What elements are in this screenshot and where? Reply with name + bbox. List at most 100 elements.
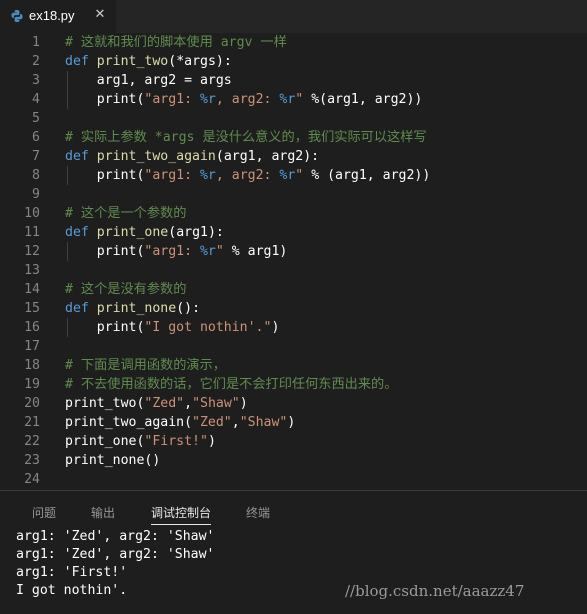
code-text: print("I got nothin'.") bbox=[65, 318, 280, 337]
line-number: 14 bbox=[24, 282, 40, 297]
console-output-line: arg1: 'Zed', arg2: 'Shaw' bbox=[16, 529, 215, 544]
code-token: ) bbox=[287, 415, 296, 430]
line-number: 11 bbox=[24, 225, 40, 240]
panel-tab-debug-console[interactable]: 调试控制台 bbox=[151, 504, 212, 525]
line-number: 19 bbox=[24, 377, 40, 392]
code-line[interactable]: 16 print("I got nothin'.") bbox=[0, 318, 587, 337]
code-token: print_two bbox=[96, 54, 169, 69]
code-text: def print_one(arg1): bbox=[65, 223, 224, 242]
tab-filename: ex18.py bbox=[29, 8, 75, 23]
code-token: , bbox=[184, 396, 193, 411]
code-line[interactable]: 21 print_two_again("Zed","Shaw") bbox=[0, 413, 587, 432]
code-token: def bbox=[65, 301, 89, 316]
code-line[interactable]: 13 bbox=[0, 261, 587, 280]
code-token: (*args): bbox=[168, 54, 232, 69]
code-line[interactable]: 14 # 这个是没有参数的 bbox=[0, 280, 587, 299]
code-token: "Shaw" bbox=[192, 396, 240, 411]
code-token: ) bbox=[239, 396, 248, 411]
line-number: 7 bbox=[32, 149, 40, 164]
code-editor[interactable]: 1 # 这就和我们的脚本使用 argv 一样 2 def print_two(*arg… bbox=[0, 33, 587, 490]
code-line[interactable]: 18 # 下面是调用函数的演示， bbox=[0, 356, 587, 375]
code-token: print( bbox=[65, 168, 145, 183]
line-number: 2 bbox=[32, 54, 40, 69]
line-number: 16 bbox=[24, 320, 40, 335]
close-icon[interactable]: ✕ bbox=[92, 7, 108, 23]
code-token: arg1, arg2 = args bbox=[65, 73, 232, 88]
line-number: 22 bbox=[24, 434, 40, 449]
panel-tab-problems[interactable]: 问题 bbox=[32, 504, 56, 524]
code-token: "arg1: bbox=[144, 92, 200, 107]
code-line[interactable]: 10 # 这个是一个参数的 bbox=[0, 204, 587, 223]
code-text: def print_two_again(arg1, arg2): bbox=[65, 147, 319, 166]
code-line[interactable]: 20 print_two("Zed","Shaw") bbox=[0, 394, 587, 413]
code-line[interactable]: 22 print_one("First!") bbox=[0, 432, 587, 451]
code-token: "arg1: bbox=[144, 244, 200, 259]
code-text: print("arg1: %r, arg2: %r" % (arg1, arg2… bbox=[65, 166, 431, 185]
console-output-line: arg1: 'Zed', arg2: 'Shaw' bbox=[16, 547, 215, 562]
code-line[interactable]: 3 arg1, arg2 = args bbox=[0, 71, 587, 90]
code-token: % arg1) bbox=[223, 244, 288, 259]
code-line[interactable]: 24 bbox=[0, 470, 587, 489]
line-number: 3 bbox=[32, 73, 40, 88]
line-number: 9 bbox=[32, 187, 40, 202]
console-output-line: arg1: 'First!' bbox=[16, 565, 128, 580]
panel-tab-terminal[interactable]: 终端 bbox=[246, 504, 270, 524]
line-number: 17 bbox=[24, 339, 40, 354]
code-token: %r bbox=[279, 92, 296, 107]
editor-tab-ex18[interactable]: ex18.py ✕ bbox=[0, 0, 116, 33]
code-token: def bbox=[65, 54, 89, 69]
code-line[interactable]: 7 def print_two_again(arg1, arg2): bbox=[0, 147, 587, 166]
code-line[interactable]: 9 bbox=[0, 185, 587, 204]
code-token: "Shaw" bbox=[239, 415, 288, 430]
code-line[interactable]: 2 def print_two(*args): bbox=[0, 52, 587, 71]
code-line[interactable]: 1 # 这就和我们的脚本使用 argv 一样 bbox=[0, 33, 587, 52]
watermark: //blog.csdn.net/aaazz47 bbox=[345, 582, 525, 600]
line-number: 15 bbox=[24, 301, 40, 316]
code-token: print( bbox=[65, 92, 145, 107]
code-token: %r bbox=[199, 168, 216, 183]
line-number: 18 bbox=[24, 358, 40, 373]
code-token: (arg1): bbox=[168, 225, 224, 240]
code-line[interactable]: 19 # 不去使用函数的话，它们是不会打印任何东西出来的。 bbox=[0, 375, 587, 394]
code-token: "First!" bbox=[144, 434, 208, 449]
code-line[interactable]: 5 bbox=[0, 109, 587, 128]
code-token: "I got nothin'." bbox=[144, 320, 272, 335]
code-line[interactable]: 17 bbox=[0, 337, 587, 356]
code-token: print( bbox=[65, 244, 145, 259]
code-token: %r bbox=[199, 244, 216, 259]
panel-tab-output[interactable]: 输出 bbox=[91, 504, 115, 524]
code-token: " bbox=[215, 244, 224, 259]
code-line[interactable]: 11 def print_one(arg1): bbox=[0, 223, 587, 242]
code-text: # 实际上参数 *args 是没什么意义的，我们实际可以这样写 bbox=[65, 128, 427, 147]
code-text: def print_two(*args): bbox=[65, 52, 232, 71]
code-line[interactable]: 8 print("arg1: %r, arg2: %r" % (arg1, ar… bbox=[0, 166, 587, 185]
line-number: 24 bbox=[24, 472, 40, 487]
code-text: # 下面是调用函数的演示， bbox=[65, 356, 226, 375]
line-number: 5 bbox=[32, 111, 40, 126]
code-token: # 不去使用函数的话，它们是不会打印任何东西出来的。 bbox=[65, 377, 398, 392]
code-text: arg1, arg2 = args bbox=[65, 71, 232, 90]
code-token: (): bbox=[176, 301, 201, 316]
code-token: % (arg1, arg2)) bbox=[303, 168, 431, 183]
code-line[interactable]: 12 print("arg1: %r" % arg1) bbox=[0, 242, 587, 261]
code-token: print_none bbox=[96, 301, 177, 316]
code-token: # 下面是调用函数的演示， bbox=[65, 358, 226, 373]
code-line[interactable]: 15 def print_none(): bbox=[0, 299, 587, 318]
code-line[interactable]: 6 # 实际上参数 *args 是没什么意义的，我们实际可以这样写 bbox=[0, 128, 587, 147]
line-number: 4 bbox=[32, 92, 40, 107]
code-token: "Zed" bbox=[144, 396, 185, 411]
code-text: print_two("Zed","Shaw") bbox=[65, 394, 248, 413]
code-line[interactable]: 23 print_none() bbox=[0, 451, 587, 470]
code-line[interactable]: 4 print("arg1: %r, arg2: %r" %(arg1, arg… bbox=[0, 90, 587, 109]
code-token: # 这个是没有参数的 bbox=[65, 282, 187, 297]
code-token: print_none() bbox=[65, 453, 161, 468]
code-text: # 这个是一个参数的 bbox=[65, 204, 186, 223]
code-token: , arg2: bbox=[215, 92, 280, 107]
code-token: # 这就和我们的脚本使用 argv 一样 bbox=[65, 35, 287, 50]
code-token: %r bbox=[279, 168, 296, 183]
code-token: (arg1, arg2): bbox=[215, 149, 320, 164]
code-token: , arg2: bbox=[215, 168, 280, 183]
